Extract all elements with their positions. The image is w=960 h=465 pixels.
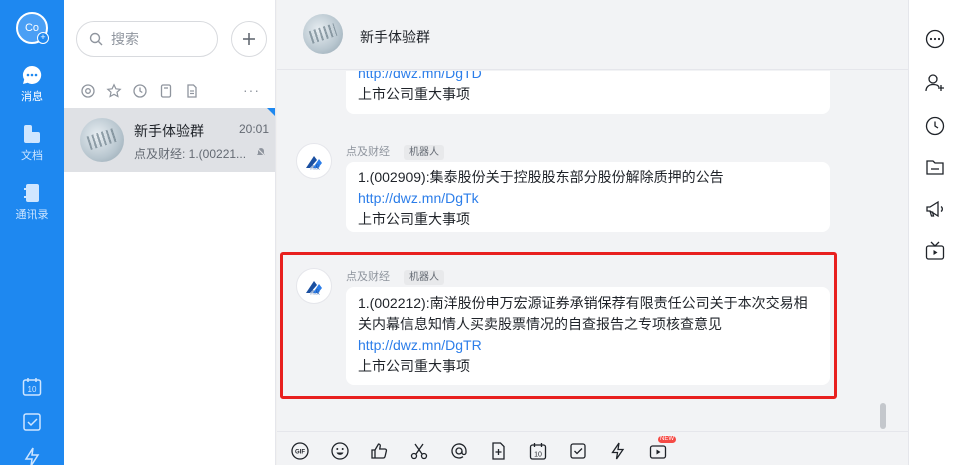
message-link[interactable]: http://dwz.mn/DgTk (358, 188, 818, 209)
group-avatar (80, 118, 124, 162)
message-bubble: 1.(002212):南洋股份申万宏源证券承销保荐有限责任公司关于本次交易相 关… (346, 287, 830, 385)
nav-label-messages: 消息 (21, 91, 43, 103)
message-list: http://dwz.mn/DgTD 上市公司重大事项 点及 点及财经 机器人 1… (277, 71, 908, 431)
conversation-list-panel: 搜索 ··· 新手体验群 20:01 点及财经: 1.(00221... (64, 0, 276, 465)
task-check-icon[interactable] (568, 441, 588, 461)
chat-header: 新手体验群 (277, 0, 908, 70)
todo-icon[interactable] (21, 411, 43, 433)
conversation-time: 20:01 (238, 122, 269, 136)
sender-name: 点及财经 (346, 146, 390, 158)
message-text: 上市公司重大事项 (358, 86, 470, 102)
lightning-icon[interactable] (608, 441, 628, 461)
sender-name: 点及财经 (346, 271, 390, 283)
add-button[interactable] (231, 21, 267, 57)
calendar-icon[interactable]: 10 (21, 376, 43, 398)
chat-tools-sidebar (908, 0, 960, 465)
bot-avatar[interactable]: 点及 (296, 268, 332, 304)
folder-icon[interactable] (924, 156, 946, 178)
mute-bell-icon (256, 147, 266, 157)
search-placeholder: 搜索 (111, 31, 139, 47)
message-icon (22, 65, 42, 84)
file-upload-icon[interactable] (489, 441, 509, 461)
bot-tag: 机器人 (404, 145, 444, 160)
message-link[interactable]: http://dwz.mn/DgTR (358, 335, 818, 356)
message-sender: 点及财经 机器人 (346, 268, 444, 285)
announcement-icon[interactable] (924, 198, 946, 220)
pinned-corner-marker (267, 108, 275, 116)
conversation-preview: 点及财经: 1.(00221... (134, 147, 247, 161)
nav-item-docs[interactable]: 文档 (0, 123, 64, 163)
message-bubble: http://dwz.mn/DgTD 上市公司重大事项 (346, 71, 830, 114)
more-options-icon[interactable] (924, 28, 946, 50)
message-text: 上市公司重大事项 (358, 211, 470, 227)
at-mention-icon[interactable] (449, 441, 469, 461)
nav-label-docs: 文档 (21, 150, 43, 162)
conversation-item[interactable]: 新手体验群 20:01 点及财经: 1.(00221... (64, 108, 275, 172)
file-filter-icon[interactable] (184, 83, 200, 99)
video-meeting-icon[interactable]: NEW (648, 436, 676, 461)
scrollbar-thumb[interactable] (880, 403, 886, 429)
calendar-event-icon[interactable]: 10 (528, 441, 548, 461)
clock-filter-icon[interactable] (132, 83, 148, 99)
new-badge: NEW (658, 436, 676, 443)
message-text: 上市公司重大事项 (358, 358, 470, 374)
contacts-icon (24, 184, 39, 202)
message-text: 关内幕信息知情人买卖股票情况的自查报告之专项核查意见 (358, 316, 722, 332)
thumbs-up-icon[interactable] (369, 441, 389, 461)
bot-logo: 点及 (304, 279, 324, 296)
at-mention-filter-icon[interactable] (80, 83, 96, 99)
history-icon[interactable] (924, 115, 946, 137)
message-link[interactable]: http://dwz.mn/DgTD (358, 71, 818, 84)
live-tv-icon[interactable] (924, 240, 946, 262)
nav-item-messages[interactable]: 消息 (0, 64, 64, 104)
plus-icon (243, 33, 255, 45)
nav-item-contacts[interactable]: 通讯录 (0, 182, 64, 222)
calendar-event-day: 10 (534, 452, 542, 459)
bot-logo-text: 点及 (310, 290, 320, 295)
add-member-icon[interactable] (924, 72, 946, 94)
bot-logo-text: 点及 (310, 165, 320, 170)
input-toolbar: GIF 10 NEW (277, 431, 908, 465)
bot-tag: 机器人 (404, 270, 444, 285)
bookmark-filter-icon[interactable] (158, 83, 174, 99)
nav-label-contacts: 通讯录 (15, 209, 49, 221)
message-bubble: 1.(002909):集泰股份关于控股股东部分股份解除质押的公告 http://… (346, 162, 830, 232)
scissors-icon[interactable] (409, 441, 429, 461)
bot-logo: 点及 (304, 154, 324, 171)
docs-icon (24, 125, 40, 143)
more-filters-icon[interactable]: ··· (243, 82, 260, 98)
lightning-icon[interactable] (21, 446, 43, 465)
star-filter-icon[interactable] (106, 83, 122, 99)
message-text: 1.(002212):南洋股份申万宏源证券承销保荐有限责任公司关于本次交易相 (358, 295, 808, 311)
avatar-text: Co (24, 22, 40, 34)
add-status-icon: + (37, 32, 49, 44)
search-box[interactable]: 搜索 (76, 21, 218, 57)
calendar-day-text: 10 (28, 385, 37, 394)
chat-group-avatar[interactable] (303, 14, 343, 54)
gif-icon[interactable]: GIF (290, 441, 310, 461)
nav-rail: Co + 消息 文档 通讯录 10 (0, 0, 64, 465)
bot-avatar[interactable]: 点及 (296, 143, 332, 179)
message-text: 1.(002909):集泰股份关于控股股东部分股份解除质押的公告 (358, 169, 724, 185)
user-avatar[interactable]: Co + (16, 12, 49, 44)
search-icon (89, 32, 103, 46)
chat-title[interactable]: 新手体验群 (360, 27, 430, 47)
chat-panel: 新手体验群 http://dwz.mn/DgTD 上市公司重大事项 点及 点及财… (277, 0, 908, 465)
conversation-name: 新手体验群 (134, 123, 204, 139)
message-sender: 点及财经 机器人 (346, 143, 444, 160)
emoji-icon[interactable] (330, 441, 350, 461)
gif-label: GIF (295, 450, 305, 456)
conversation-filters: ··· (80, 82, 270, 100)
